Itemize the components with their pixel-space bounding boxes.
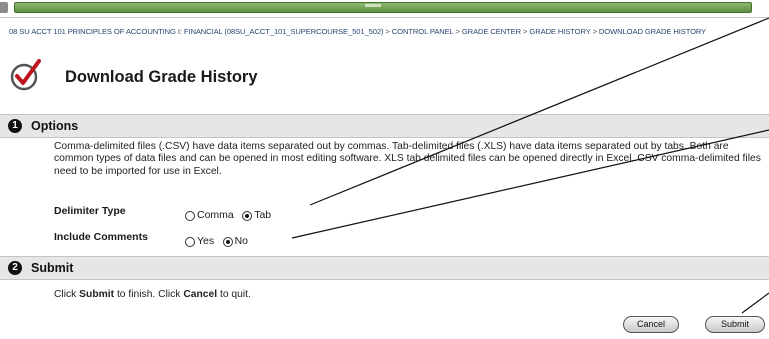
course-menu-bar [14, 2, 752, 13]
delimiter-tab-option[interactable]: Tab [242, 209, 271, 221]
submit-instructions: Click Submit to finish. Click Cancel to … [54, 289, 251, 300]
page-title: Download Grade History [65, 68, 258, 86]
cancel-button[interactable]: Cancel [623, 316, 679, 333]
delimiter-comma-option[interactable]: Comma [185, 209, 234, 221]
breadcrumb-separator: > [385, 27, 390, 36]
breadcrumb: 08 SU ACCT 101 PRINCIPLES OF ACCOUNTING … [9, 27, 764, 37]
comments-yes-option[interactable]: Yes [185, 235, 214, 247]
delimiter-comma-label: Comma [197, 209, 234, 221]
instruction-text: to quit. [217, 289, 251, 300]
breadcrumb-separator: > [523, 27, 528, 36]
instruction-submit-word: Submit [79, 289, 115, 300]
delimiter-type-radio-group: Comma Tab [185, 205, 275, 223]
red-checkmark-circle-icon [10, 59, 41, 91]
bar-grip [365, 4, 381, 7]
submit-section-title: Submit [31, 261, 74, 275]
instruction-text: to finish. Click [114, 289, 184, 300]
breadcrumb-control-panel[interactable]: CONTROL PANEL [392, 27, 454, 36]
breadcrumb-separator: > [455, 27, 460, 36]
step-number-2: 2 [8, 261, 22, 275]
breadcrumb-separator: > [592, 27, 597, 36]
include-comments-radio-group: Yes No [185, 231, 252, 249]
comments-no-option[interactable]: No [222, 235, 249, 247]
breadcrumb-current-page: DOWNLOAD GRADE HISTORY [598, 27, 707, 36]
comments-no-radio[interactable] [222, 237, 233, 247]
frame-edge [0, 2, 8, 13]
breadcrumb-grade-history[interactable]: GRADE HISTORY [529, 27, 590, 36]
step-number-1: 1 [8, 119, 22, 133]
instruction-text: Click [54, 289, 80, 300]
breadcrumb-course[interactable]: 08 SU ACCT 101 PRINCIPLES OF ACCOUNTING … [9, 27, 384, 36]
delimiter-tab-label: Tab [254, 209, 272, 221]
submit-button[interactable]: Submit [705, 316, 765, 333]
options-description: Comma-delimited files (.CSV) have data i… [54, 141, 761, 177]
comments-yes-radio[interactable] [185, 237, 195, 247]
include-comments-label: Include Comments [54, 231, 148, 243]
options-section-header: 1 Options [0, 114, 769, 138]
instruction-cancel-word: Cancel [183, 289, 218, 300]
top-frame-bar [0, 0, 769, 18]
options-section-title: Options [31, 119, 79, 133]
page-header: Download Grade History [9, 58, 749, 98]
delimiter-type-label: Delimiter Type [54, 205, 126, 217]
submit-section-header: 2 Submit [0, 256, 769, 280]
delimiter-comma-radio[interactable] [185, 211, 195, 221]
comments-yes-label: Yes [197, 235, 215, 247]
delimiter-tab-radio[interactable] [242, 211, 253, 221]
breadcrumb-grade-center[interactable]: GRADE CENTER [462, 27, 521, 36]
comments-no-label: No [234, 235, 249, 247]
